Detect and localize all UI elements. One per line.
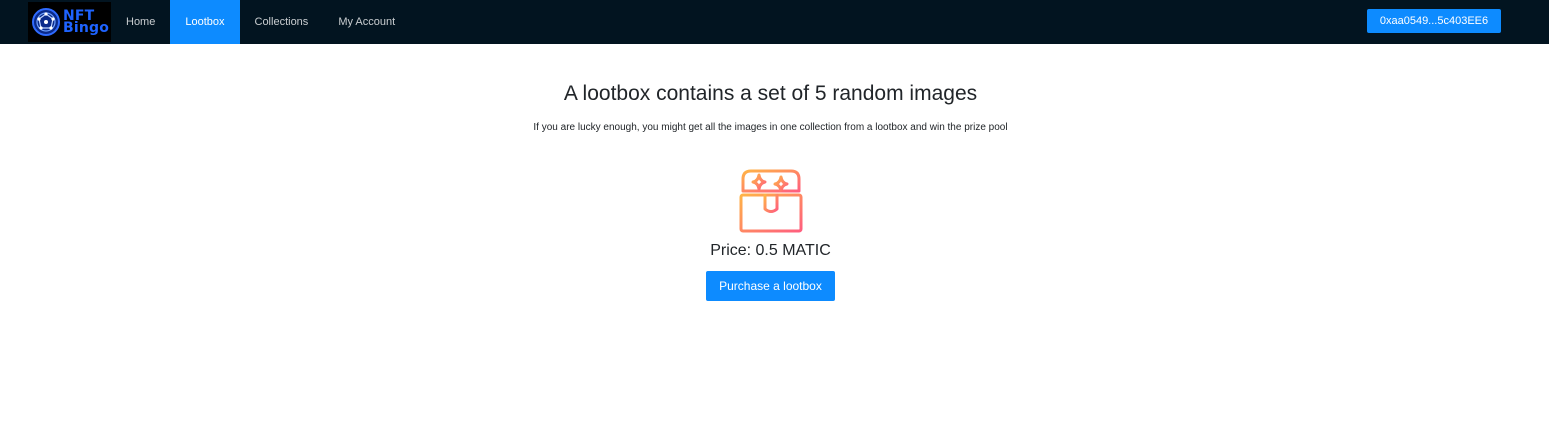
nav-item-my-account[interactable]: My Account xyxy=(323,0,410,44)
brand-logo[interactable]: NFT Bingo xyxy=(28,2,111,42)
purchase-lootbox-button[interactable]: Purchase a lootbox xyxy=(706,271,835,301)
globe-network-icon xyxy=(32,8,60,36)
nav-item-home[interactable]: Home xyxy=(111,0,170,44)
brand-line-2: Bingo xyxy=(63,20,110,36)
brand-name: NFT Bingo xyxy=(63,9,110,36)
lootbox-price: Price: 0.5 MATIC xyxy=(710,242,831,259)
top-navbar: NFT Bingo Home Lootbox Collections My Ac… xyxy=(0,0,1549,44)
nav-item-lootbox[interactable]: Lootbox xyxy=(170,0,240,44)
nav-links: Home Lootbox Collections My Account xyxy=(111,0,410,44)
nav-item-collections[interactable]: Collections xyxy=(240,0,324,44)
treasure-chest-icon xyxy=(739,169,803,233)
page-subtitle: If you are lucky enough, you might get a… xyxy=(533,122,1008,133)
wallet-address-button[interactable]: 0xaa0549...5c403EE6 xyxy=(1367,9,1501,33)
page-title: A lootbox contains a set of 5 random ima… xyxy=(563,82,978,105)
